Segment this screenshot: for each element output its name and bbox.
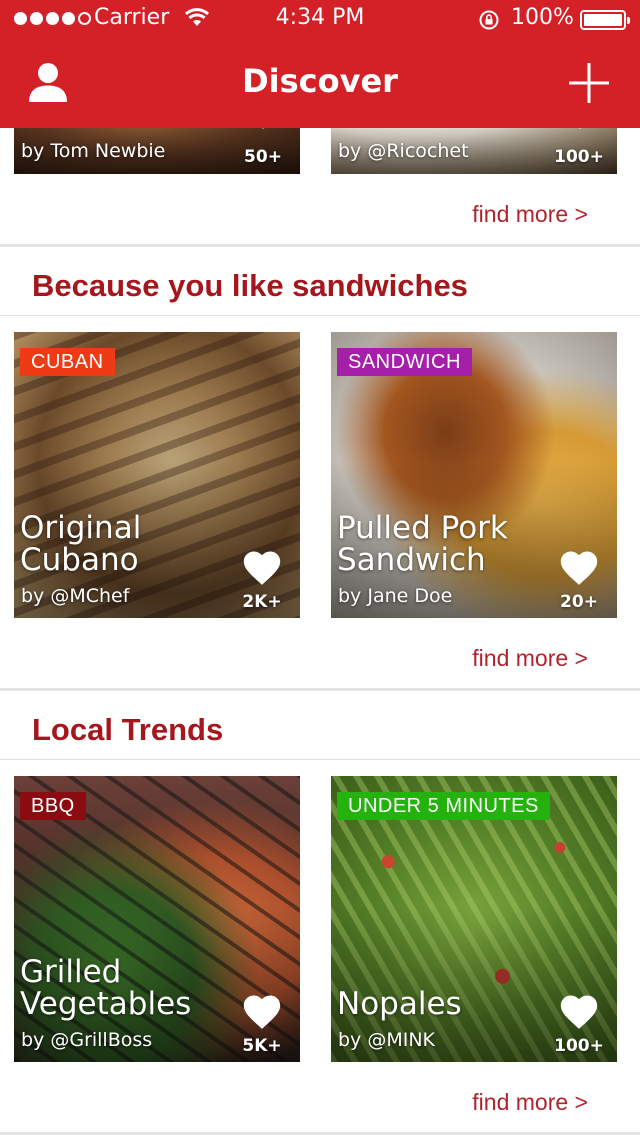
category-tag[interactable]: UNDER 5 MINUTES <box>337 792 550 820</box>
recipe-card[interactable]: UNDER 5 MINUTES Nopales by @MINK 100+ <box>331 776 617 1062</box>
recipe-card[interactable]: by @Ricochet 100+ <box>331 128 617 174</box>
recipe-title[interactable]: Original Cubano <box>20 512 240 576</box>
top-bar: Carrier 4:34 PM 100% Discover <box>0 0 640 128</box>
recipe-author[interactable]: by @Ricochet <box>338 140 469 162</box>
battery-percentage: 100% <box>511 5 574 30</box>
like-count: 50+ <box>244 147 282 167</box>
section-divider <box>0 688 640 691</box>
category-tag[interactable]: CUBAN <box>20 348 115 376</box>
recipe-card[interactable]: SANDWICH Pulled Pork Sandwich by Jane Do… <box>331 332 617 618</box>
recipe-card[interactable]: BBQ Grilled Vegetables by @GrillBoss 5K+ <box>14 776 300 1062</box>
section-underline <box>0 315 640 316</box>
heart-icon[interactable] <box>240 990 284 1030</box>
heart-icon[interactable] <box>557 990 601 1030</box>
like-count: 5K+ <box>242 1036 282 1056</box>
recipe-title[interactable]: Pulled Pork Sandwich <box>337 512 557 576</box>
recipe-author[interactable]: by @MINK <box>338 1029 435 1051</box>
plus-icon <box>569 63 609 103</box>
heart-icon[interactable] <box>241 128 285 130</box>
find-more-link[interactable]: find more > <box>420 1089 588 1116</box>
discover-feed[interactable]: by Tom Newbie 50+ by @Ricochet 100+ find… <box>0 128 640 1136</box>
section-title: Local Trends <box>32 712 224 747</box>
recipe-card[interactable]: CUBAN Original Cubano by @MChef 2K+ <box>14 332 300 618</box>
status-bar: Carrier 4:34 PM 100% <box>0 0 640 40</box>
category-tag[interactable]: SANDWICH <box>337 348 472 376</box>
recipe-title[interactable]: Nopales <box>337 988 557 1020</box>
recipe-title[interactable]: Grilled Vegetables <box>20 956 240 1020</box>
section-title: Because you like sandwiches <box>32 268 468 303</box>
add-recipe-button[interactable] <box>568 62 610 104</box>
recipe-author[interactable]: by @MChef <box>21 585 129 607</box>
find-more-link[interactable]: find more > <box>420 645 588 672</box>
heart-icon[interactable] <box>557 546 601 586</box>
like-count: 2K+ <box>242 592 282 612</box>
section-divider <box>0 244 640 247</box>
nav-bar: Discover <box>0 40 640 128</box>
battery-icon <box>580 10 630 30</box>
recipe-author[interactable]: by Jane Doe <box>338 585 452 607</box>
category-tag[interactable]: BBQ <box>20 792 86 820</box>
like-count: 100+ <box>554 147 604 167</box>
section-divider <box>0 1132 640 1135</box>
recipe-card[interactable]: by Tom Newbie 50+ <box>14 128 300 174</box>
like-count: 20+ <box>560 592 598 612</box>
section-underline <box>0 759 640 760</box>
heart-icon[interactable] <box>558 128 602 130</box>
orientation-lock-icon <box>479 10 499 30</box>
recipe-author[interactable]: by @GrillBoss <box>21 1029 152 1051</box>
like-count: 100+ <box>554 1036 604 1056</box>
page-title: Discover <box>242 62 398 100</box>
find-more-link[interactable]: find more > <box>420 201 588 228</box>
recipe-author[interactable]: by Tom Newbie <box>21 140 165 162</box>
heart-icon[interactable] <box>240 546 284 586</box>
